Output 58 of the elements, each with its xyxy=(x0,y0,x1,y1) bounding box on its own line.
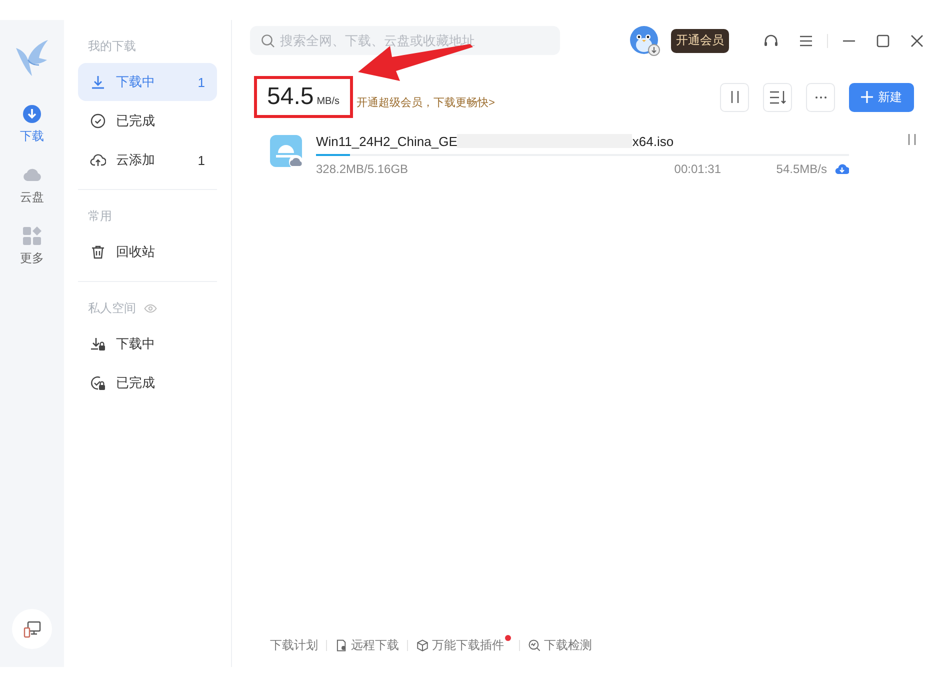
check-lock-icon xyxy=(90,375,106,391)
pause-icon xyxy=(908,134,916,145)
pause-button[interactable] xyxy=(908,134,916,148)
sidebar-item[interactable]: 云添加 1 xyxy=(78,141,217,179)
sidebar-item[interactable]: 下载中 xyxy=(78,325,217,363)
nav-tab[interactable]: 下载 xyxy=(20,104,44,145)
sort-button[interactable] xyxy=(763,82,792,112)
more-dots-icon xyxy=(814,96,826,98)
devices-icon xyxy=(23,620,41,638)
nav-tab[interactable]: 更多 xyxy=(20,226,44,267)
trash-icon xyxy=(90,244,106,260)
device-button[interactable] xyxy=(12,609,52,649)
footer-link[interactable]: 下载计划 xyxy=(270,636,318,654)
download-lock-icon xyxy=(90,336,106,352)
bird-avatar-icon xyxy=(629,24,661,56)
check-circle-icon xyxy=(90,113,106,129)
close-icon xyxy=(910,34,924,48)
cube-icon xyxy=(416,638,429,652)
cloud-download-icon xyxy=(835,162,849,176)
file-size: 328.2MB/5.16GB xyxy=(316,162,410,176)
footer-link[interactable]: 远程下载 xyxy=(335,636,399,654)
download-task-row[interactable]: Win11_24H2_China_GE x64.iso 328.2MB/5.16GB 00:01:31 54.5MB/s xyxy=(250,132,922,176)
download-circle-icon xyxy=(22,104,42,124)
cloud-upload-icon xyxy=(90,152,106,168)
maximize-icon xyxy=(876,34,890,48)
new-button[interactable]: 新建 xyxy=(849,82,914,112)
minimize-icon xyxy=(842,40,856,42)
sidebar-item[interactable]: 已完成 xyxy=(78,102,217,140)
sidebar-item[interactable]: 下载中 1 xyxy=(78,63,217,101)
nav-tab[interactable]: 云盘 xyxy=(20,165,44,206)
search-icon xyxy=(261,34,275,48)
speed-readout: 54.5 MB/s xyxy=(254,76,352,118)
section-title: 私人空间 xyxy=(88,300,136,317)
apps-grid-icon xyxy=(22,226,42,246)
pause-all-button[interactable] xyxy=(720,82,749,112)
footer-link[interactable]: 万能下载插件 xyxy=(416,636,504,654)
vip-button[interactable]: 开通会员 xyxy=(671,28,729,52)
time-remaining: 00:01:31 xyxy=(674,162,722,176)
footer-link[interactable]: 下载检测 xyxy=(528,636,592,654)
magnifier-icon xyxy=(528,638,541,652)
sort-icon xyxy=(770,90,786,104)
document-icon xyxy=(335,638,348,652)
download-icon xyxy=(90,74,106,90)
section-title: 常用 xyxy=(88,208,112,225)
eye-icon xyxy=(144,302,157,315)
file-name: Win11_24H2_China_GE x64.iso xyxy=(316,132,675,150)
sidebar-item[interactable]: 已完成 xyxy=(78,364,217,402)
promo-link[interactable]: 开通超级会员，下载更畅快> xyxy=(356,94,495,110)
count: 1 xyxy=(198,152,205,168)
sidebar-item[interactable]: 回收站 xyxy=(78,233,217,271)
menu-icon xyxy=(799,34,813,48)
headset-icon xyxy=(763,32,779,48)
section-title: 我的下载 xyxy=(88,38,136,55)
count: 1 xyxy=(198,74,205,90)
download-speed: 54.5MB/s xyxy=(776,162,827,176)
plus-icon xyxy=(861,91,873,103)
disc-file-icon xyxy=(270,135,304,169)
pause-icon xyxy=(730,91,738,103)
